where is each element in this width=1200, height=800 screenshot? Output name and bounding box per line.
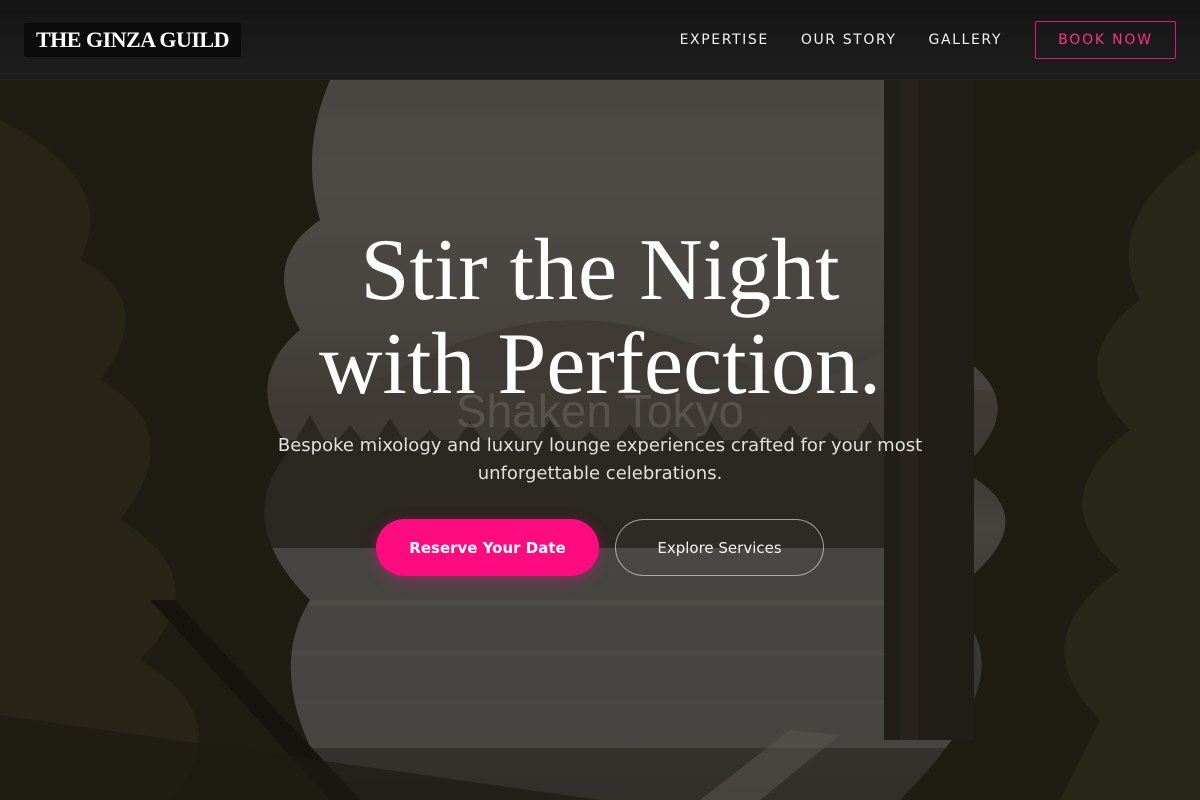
nav-link-our-story[interactable]: OUR STORY xyxy=(801,32,897,48)
headline-line-2: with Perfection. xyxy=(318,316,882,413)
explore-services-button[interactable]: Explore Services xyxy=(615,519,824,576)
nav-link-expertise[interactable]: EXPERTISE xyxy=(680,32,769,48)
brand-logo[interactable]: THE GINZA GUILD xyxy=(24,23,241,57)
top-navigation: THE GINZA GUILD EXPERTISE OUR STORY GALL… xyxy=(0,0,1200,80)
book-now-button[interactable]: BOOK NOW xyxy=(1035,21,1176,59)
hero-subtitle: Bespoke mixology and luxury lounge exper… xyxy=(277,435,923,484)
nav-links: EXPERTISE OUR STORY GALLERY BOOK NOW xyxy=(680,21,1176,59)
nav-link-gallery[interactable]: GALLERY xyxy=(929,32,1002,48)
hero-headline: Stir the Night with Perfection. xyxy=(0,224,1200,412)
reserve-date-button[interactable]: Reserve Your Date xyxy=(376,519,599,576)
headline-line-1: Stir the Night xyxy=(360,222,840,319)
